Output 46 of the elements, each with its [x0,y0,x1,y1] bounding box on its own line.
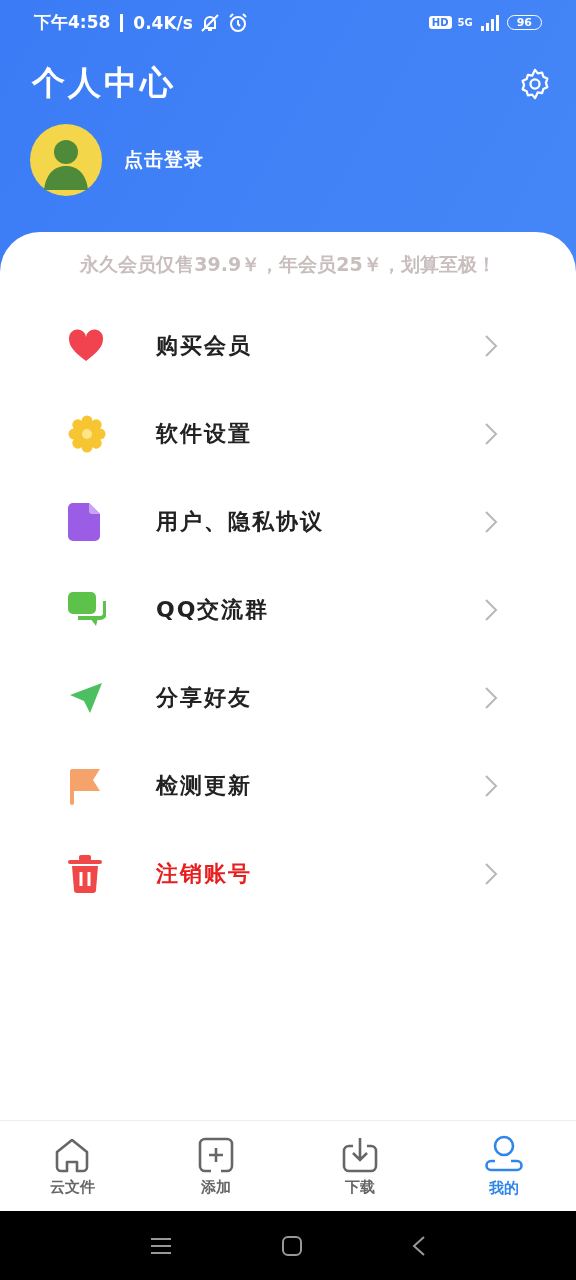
menu-item[interactable]: 检测更新 [0,742,576,830]
gear-icon [68,415,106,453]
nav-tab[interactable]: 下载 [288,1121,432,1211]
status-time: 下午4:58 [34,11,111,34]
chat-icon [68,592,106,628]
nav-tab[interactable]: 云文件 [0,1121,144,1211]
chevron-right-icon [484,510,498,534]
chevron-right-icon [484,862,498,886]
home-button-icon[interactable] [282,1235,302,1256]
login-link[interactable]: 点击登录 [124,147,204,173]
promo-text: 永久会员仅售39.9￥，年会员25￥，划算至极！ [78,252,497,277]
menu-label: 注销账号 [156,860,253,888]
menu-label: 购买会员 [156,332,253,360]
flag-icon [68,767,102,805]
heart-icon [68,329,104,363]
send-icon [68,681,104,715]
menu-item[interactable]: QQ交流群 [0,566,576,654]
menu-label: 用户、隐私协议 [156,508,325,536]
menu-item[interactable]: 分享好友 [0,654,576,742]
menu-label: 软件设置 [156,420,253,448]
chevron-right-icon [484,774,498,798]
hd-badge: HD [428,16,452,29]
network-type: 5G [457,17,473,28]
chevron-right-icon [484,422,498,446]
chevron-right-icon [484,334,498,358]
menu-label: 检测更新 [156,772,253,800]
document-icon [68,503,100,541]
back-icon[interactable] [412,1235,426,1256]
menu-item[interactable]: 注销账号 [0,830,576,918]
menu-label: 分享好友 [156,684,253,712]
nav-tab[interactable]: 添加 [144,1121,288,1211]
add-icon [197,1135,235,1174]
network-speed: 0.4K/s [133,12,193,33]
signal-icon [478,14,501,31]
chevron-right-icon [484,598,498,622]
page-title: 个人中心 [32,62,176,104]
download-icon [341,1135,379,1174]
menu-icon[interactable] [150,1236,172,1255]
menu-label: QQ交流群 [156,596,271,624]
menu-item[interactable]: 软件设置 [0,390,576,478]
avatar[interactable] [30,124,102,196]
chevron-right-icon [484,686,498,710]
menu-item[interactable]: 购买会员 [0,302,576,390]
trash-icon [68,855,102,893]
menu-item[interactable]: 用户、隐私协议 [0,478,576,566]
nav-tab[interactable]: 我的 [432,1121,576,1211]
